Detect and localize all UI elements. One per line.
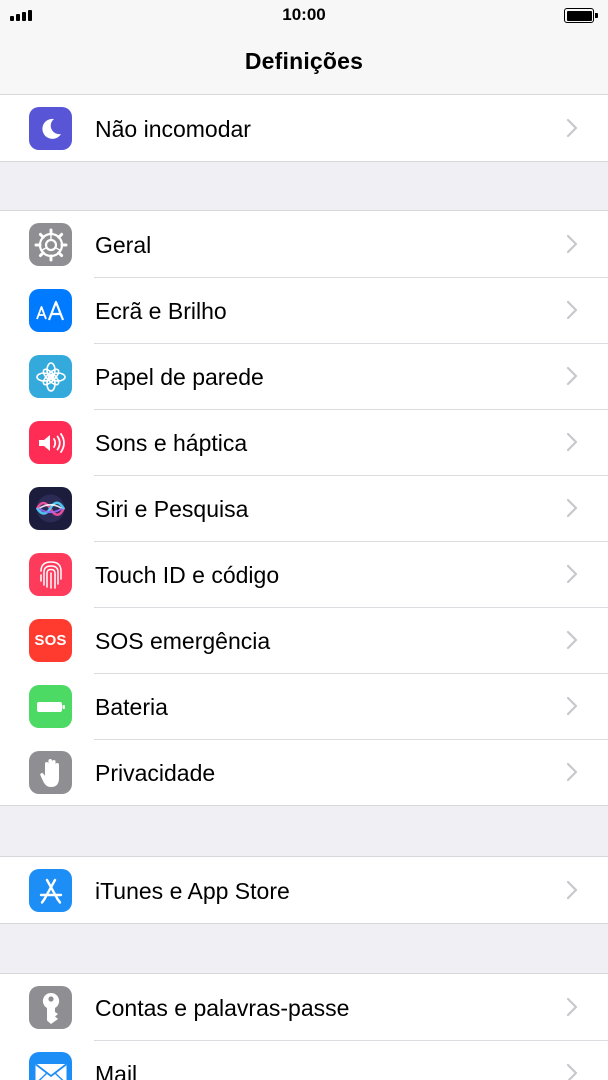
settings-row-accounts-passwords[interactable]: Contas e palavras-passe [0,974,608,1040]
settings-row-mail[interactable]: Mail [0,1040,608,1080]
settings-row-display-brightness[interactable]: Ecrã e Brilho [0,277,608,343]
settings-row-siri-search[interactable]: Siri e Pesquisa [0,475,608,541]
chevron-right-icon [566,696,578,716]
settings-row-itunes-app-store[interactable]: iTunes e App Store [0,857,608,923]
chevron-right-icon [566,432,578,452]
settings-row-label: Sons e háptica [95,430,248,456]
chevron-right-icon [566,564,578,584]
chevron-right-icon [566,234,578,254]
sos-icon-text: SOS [34,632,67,649]
settings-group-store: iTunes e App Store [0,856,608,924]
display-brightness-icon [29,289,72,332]
siri-icon [29,487,72,530]
settings-row-sounds-haptics[interactable]: Sons e háptica [0,409,608,475]
chevron-right-icon [566,118,578,138]
chevron-right-icon [566,880,578,900]
moon-icon [29,107,72,150]
page-title: Definições [244,48,364,74]
settings-row-label: Não incomodar [95,116,251,142]
chevron-right-icon [566,366,578,386]
settings-row-label: Touch ID e código [95,562,280,588]
sos-icon: SOS [29,619,72,662]
settings-row-label: Papel de parede [95,364,264,390]
battery-icon [29,685,72,728]
settings-row-privacy[interactable]: Privacidade [0,739,608,805]
gear-icon [29,223,72,266]
settings-row-label: iTunes e App Store [95,878,290,904]
chevron-right-icon [566,1063,578,1080]
status-time: 10:00 [282,5,326,24]
chevron-right-icon [566,630,578,650]
fingerprint-icon [29,553,72,596]
mail-icon [29,1052,72,1080]
chevron-right-icon [566,498,578,518]
settings-group-focus: Não incomodar [0,94,608,162]
settings-row-general[interactable]: Geral [0,211,608,277]
settings-row-label: Contas e palavras-passe [95,995,350,1021]
settings-row-label: Ecrã e Brilho [95,298,227,324]
navigation-bar: Definições [0,30,608,95]
settings-row-emergency-sos[interactable]: SOS SOS emergência [0,607,608,673]
speaker-icon [29,421,72,464]
flower-icon [29,355,72,398]
key-icon [29,986,72,1029]
settings-row-touch-id-passcode[interactable]: Touch ID e código [0,541,608,607]
settings-row-label: Siri e Pesquisa [95,496,249,522]
battery-status-icon [564,8,598,23]
settings-row-label: Mail [95,1061,138,1080]
settings-row-wallpaper[interactable]: Papel de parede [0,343,608,409]
status-bar: 10:00 [0,0,608,30]
settings-group-accounts: Contas e palavras-passe Mail [0,973,608,1080]
settings-row-label: Geral [95,232,152,258]
settings-row-do-not-disturb[interactable]: Não incomodar [0,95,608,161]
settings-row-label: SOS emergência [95,628,271,654]
settings-row-label: Bateria [95,694,168,720]
app-store-icon [29,869,72,912]
settings-group-device: Geral Ecrã e Brilho Papel de parede Sons… [0,210,608,806]
hand-icon [29,751,72,794]
settings-row-label: Privacidade [95,760,216,786]
settings-row-battery[interactable]: Bateria [0,673,608,739]
chevron-right-icon [566,762,578,782]
chevron-right-icon [566,997,578,1017]
chevron-right-icon [566,300,578,320]
